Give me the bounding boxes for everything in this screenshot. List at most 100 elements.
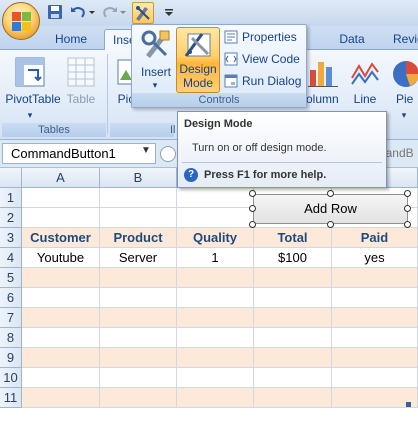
properties-icon xyxy=(224,30,238,44)
run-dialog-label: Run Dialog xyxy=(242,74,302,88)
row-header-6[interactable]: 6 xyxy=(0,288,22,308)
help-icon: ? xyxy=(184,168,198,182)
run-dialog-button[interactable]: Run Dialog xyxy=(224,71,301,91)
tables-group-label: Tables xyxy=(2,123,106,137)
illustrations-group-label: Il xyxy=(110,123,176,137)
pivottable-button[interactable]: PivotTable xyxy=(4,92,62,106)
table-icon[interactable] xyxy=(66,56,96,88)
tab-data[interactable]: Data xyxy=(330,29,374,50)
undo-icon[interactable] xyxy=(70,4,86,22)
add-row-button[interactable]: Add Row xyxy=(253,194,408,224)
tab-review[interactable]: Revie xyxy=(385,29,418,50)
cell-b2[interactable] xyxy=(100,208,177,228)
gridline xyxy=(99,268,100,408)
pie-dropdown-icon[interactable]: ▾ xyxy=(400,108,408,122)
view-code-button[interactable]: View Code xyxy=(224,49,300,69)
line-chart-icon[interactable] xyxy=(350,58,380,88)
selection-handle[interactable] xyxy=(249,205,256,212)
insert-controls-button[interactable]: Insert xyxy=(136,65,176,79)
cell-d4[interactable]: $100 xyxy=(254,248,332,268)
table-row[interactable] xyxy=(22,288,418,308)
design-mode-button[interactable]: Design Mode xyxy=(176,27,220,93)
title-bar xyxy=(0,0,418,26)
table-row[interactable] xyxy=(22,328,418,348)
table-row[interactable] xyxy=(22,308,418,328)
formula-expand-icon[interactable] xyxy=(160,146,176,162)
office-button-icon[interactable] xyxy=(2,2,40,40)
cell-a4[interactable]: Youtube xyxy=(22,248,100,268)
table-row[interactable] xyxy=(22,368,418,388)
table-row[interactable] xyxy=(22,348,418,368)
controls-group: Insert ▾ Design Mode Properties View Cod… xyxy=(131,24,307,108)
tooltip-title: Design Mode xyxy=(184,118,253,130)
cell-b1[interactable] xyxy=(100,188,177,208)
redo-icon[interactable] xyxy=(102,4,118,22)
tooltip-description: Turn on or off design mode. xyxy=(192,142,327,154)
pie-chart-icon[interactable] xyxy=(390,58,418,88)
table-resize-handle[interactable] xyxy=(406,402,411,407)
selection-handle[interactable] xyxy=(404,190,411,197)
cell-e4[interactable]: yes xyxy=(332,248,418,268)
pie-button[interactable]: Pie xyxy=(396,92,418,106)
design-mode-label-1: Design xyxy=(179,62,217,76)
cell-b4[interactable]: Server xyxy=(100,248,177,268)
selection-handle[interactable] xyxy=(404,221,411,228)
excel-window: Home Inse Data Revie PivotTable ▾ Table … xyxy=(0,0,418,429)
cell-e3[interactable]: Paid xyxy=(332,228,418,248)
row-header-8[interactable]: 8 xyxy=(0,328,22,348)
pivottable-icon[interactable] xyxy=(14,56,46,88)
cell-c2[interactable] xyxy=(177,208,254,228)
gridline xyxy=(176,268,177,408)
pivottable-dropdown-icon[interactable]: ▾ xyxy=(26,108,34,122)
design-mode-icon xyxy=(182,30,214,60)
row-header-1[interactable]: 1 xyxy=(0,188,22,208)
controls-group-label: Controls xyxy=(132,93,306,107)
table-button[interactable]: Table xyxy=(64,92,98,106)
cell-a2[interactable] xyxy=(22,208,100,228)
table-row[interactable] xyxy=(22,268,418,288)
design-mode-qa-icon[interactable] xyxy=(132,2,154,24)
properties-label: Properties xyxy=(242,30,297,44)
insert-dropdown-icon[interactable]: ▾ xyxy=(150,78,160,92)
redo-dropdown-icon[interactable] xyxy=(119,4,127,22)
save-icon[interactable] xyxy=(47,4,63,22)
tooltip-help-text: Press F1 for more help. xyxy=(204,169,327,181)
cell-d3[interactable]: Total xyxy=(254,228,332,248)
row-header-2[interactable]: 2 xyxy=(0,208,22,228)
cell-c3[interactable]: Quality xyxy=(177,228,254,248)
row-header-11[interactable]: 11 xyxy=(0,388,22,408)
gridline xyxy=(331,268,332,408)
selection-handle[interactable] xyxy=(327,190,334,197)
gridline xyxy=(253,268,254,408)
name-box-dropdown-icon[interactable]: ▼ xyxy=(141,145,151,156)
cell-a3[interactable]: Customer xyxy=(22,228,100,248)
cell-c4[interactable]: 1 xyxy=(177,248,254,268)
customize-qa-icon[interactable] xyxy=(164,4,174,22)
row-header-7[interactable]: 7 xyxy=(0,308,22,328)
selection-handle[interactable] xyxy=(327,221,334,228)
design-mode-label-2: Mode xyxy=(182,76,214,90)
column-chart-icon[interactable] xyxy=(308,58,338,88)
selection-handle[interactable] xyxy=(249,221,256,228)
table-row[interactable] xyxy=(22,388,418,408)
selection-handle[interactable] xyxy=(404,205,411,212)
properties-button[interactable]: Properties xyxy=(224,27,297,47)
line-button[interactable]: Line xyxy=(348,92,382,106)
row-header-4[interactable]: 4 xyxy=(0,248,22,268)
cell-c1[interactable] xyxy=(177,188,254,208)
undo-dropdown-icon[interactable] xyxy=(88,4,96,22)
tab-home[interactable]: Home xyxy=(46,29,96,50)
insert-controls-icon[interactable] xyxy=(140,29,172,61)
column-header-b[interactable]: B xyxy=(100,168,177,188)
row-header-3[interactable]: 3 xyxy=(0,228,22,248)
name-box[interactable]: CommandButton1 xyxy=(2,143,156,164)
selection-handle[interactable] xyxy=(249,190,256,197)
row-header-5[interactable]: 5 xyxy=(0,268,22,288)
row-header-9[interactable]: 9 xyxy=(0,348,22,368)
cell-b3[interactable]: Product xyxy=(100,228,177,248)
row-header-10[interactable]: 10 xyxy=(0,368,22,388)
cell-a1[interactable] xyxy=(22,188,100,208)
column-header-a[interactable]: A xyxy=(22,168,100,188)
select-all-corner[interactable] xyxy=(0,168,22,188)
column-button[interactable]: olumn xyxy=(306,92,344,106)
